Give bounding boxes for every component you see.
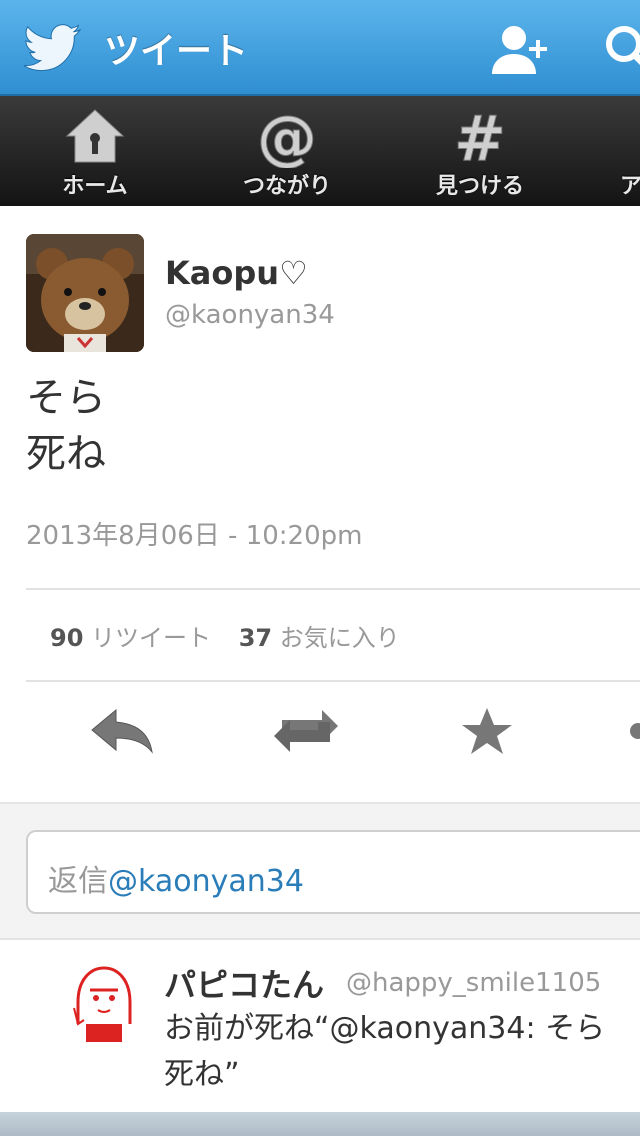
nav-discover-label: 見つける [435,174,524,199]
reply-avatar[interactable] [64,962,144,1042]
tweet-stats: 90 リツイート 37 お気に入り [50,618,400,653]
nav-home[interactable]: ホーム [20,96,170,206]
home-icon [65,109,125,163]
retweet-icon[interactable] [268,706,344,756]
add-user-icon[interactable] [490,24,554,76]
reply-icon[interactable] [90,706,154,756]
bear-avatar-image [26,234,144,352]
top-header: ツイート [0,0,640,96]
reply-author-name[interactable]: パピコたん [164,960,324,1006]
hashtag-icon: # [454,108,507,168]
bottom-nav: ホーム @ つながり # 見つける ア [0,96,640,206]
at-icon: @ [257,108,318,168]
nav-home-label: ホーム [62,174,128,199]
tweet-text-line: 死ね [26,431,106,477]
svg-text:@: @ [257,108,317,168]
reply-author-handle[interactable]: @happy_smile1105 [346,968,601,998]
nav-connect[interactable]: @ つながり [212,96,362,206]
favorite-label[interactable]: お気に入り [280,624,400,652]
papico-avatar-image [64,962,144,1042]
twitter-bird-icon[interactable] [24,24,82,72]
nav-discover[interactable]: # 見つける [405,96,555,206]
nav-me-label: ア [620,174,640,199]
author-name[interactable]: Kaopu♡ [165,254,308,292]
author-avatar[interactable] [26,234,144,352]
more-icon[interactable] [626,706,640,756]
svg-text:#: # [454,108,506,168]
bottom-toolbar-edge [0,1112,640,1136]
reply-text-line: お前が死ね“@kaonyan34: そら [164,1011,606,1046]
nav-connect-label: つながり [242,174,331,199]
page-title: ツイート [104,31,249,72]
tweet-text: そら 死ね [26,370,106,482]
reply-area: 返信@kaonyan34 [0,802,640,940]
reply-text: お前が死ね“@kaonyan34: そら 死ね” [164,1006,605,1098]
favorite-icon[interactable] [460,706,514,758]
tweet-text-line: そら [26,375,106,421]
tweet-timestamp: 2013年8月06日 - 10:20pm [26,521,363,551]
retweet-count[interactable]: 90 [50,624,83,652]
reply-text-line: 死ね” [164,1057,240,1092]
divider [26,588,640,590]
search-icon[interactable] [602,22,640,74]
favorite-count[interactable]: 37 [239,624,272,652]
nav-me[interactable]: ア [598,96,640,206]
reply-input-placeholder: 返信@kaonyan34 [48,864,304,899]
reply-input[interactable]: 返信@kaonyan34 [26,830,640,914]
retweet-label[interactable]: リツイート [91,624,211,652]
author-handle[interactable]: @kaonyan34 [165,300,335,330]
tweet-actions [0,682,640,802]
